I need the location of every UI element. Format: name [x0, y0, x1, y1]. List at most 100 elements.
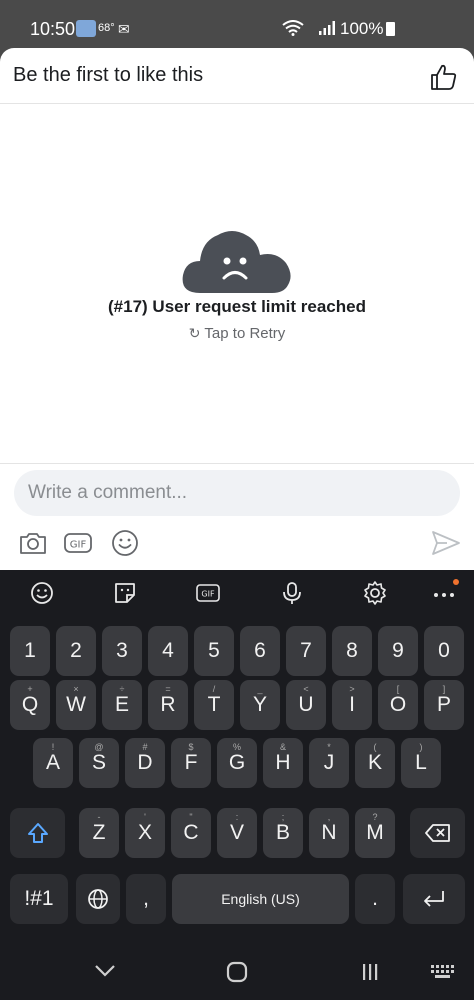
key-hint: × [73, 684, 79, 694]
status-bar: 10:50 68° ✉ 100% [0, 0, 474, 52]
mic-icon[interactable] [279, 580, 305, 606]
home-icon[interactable] [226, 961, 248, 983]
key-label: 6 [254, 639, 266, 662]
key-label: English (US) [221, 891, 300, 907]
key-hint: @ [94, 742, 104, 752]
key-hint: # [142, 742, 148, 752]
language-key[interactable] [76, 874, 120, 924]
key-letter[interactable]: @ S [79, 738, 119, 788]
key-label: U [298, 693, 314, 716]
enter-key[interactable] [403, 874, 465, 924]
key-label: I [349, 693, 355, 716]
key-label: X [137, 821, 152, 844]
key-number[interactable]: 4 [148, 626, 188, 676]
key-hint: = [165, 684, 171, 694]
key-number[interactable]: 3 [102, 626, 142, 676]
key-letter[interactable]: $ F [171, 738, 211, 788]
sheet-header: Be the first to like this [0, 48, 474, 104]
key-label: T [207, 693, 221, 716]
emoji-icon[interactable] [110, 528, 140, 558]
retry-button[interactable]: ↻ Tap to Retry [0, 325, 474, 342]
weather-icon [76, 20, 96, 37]
key-number[interactable]: 0 [424, 626, 464, 676]
key-hint: & [279, 742, 286, 752]
globe-icon [88, 889, 108, 909]
key-letter[interactable]: * J [309, 738, 349, 788]
key-letter[interactable]: + Q [10, 680, 50, 730]
key-letter[interactable]: ] P [424, 680, 464, 730]
key-hint: [ [396, 684, 400, 694]
key-letter[interactable]: > I [332, 680, 372, 730]
key-letter[interactable]: ÷ E [102, 680, 142, 730]
key-label: K [367, 751, 382, 774]
key-label: E [114, 693, 129, 716]
enter-icon [424, 891, 444, 907]
key-label: L [415, 751, 427, 774]
recents-icon[interactable] [361, 963, 379, 981]
key-letter[interactable]: & H [263, 738, 303, 788]
key-letter[interactable]: -Z [79, 808, 119, 858]
key-label: , [143, 887, 149, 910]
send-icon[interactable] [431, 528, 461, 558]
backspace-key[interactable] [410, 808, 465, 858]
key-letter[interactable]: % G [217, 738, 257, 788]
gif-icon[interactable]: GIF [63, 528, 93, 558]
key-number[interactable]: 5 [194, 626, 234, 676]
comma-key[interactable]: , [126, 874, 166, 924]
key-label: P [436, 693, 451, 716]
key-number[interactable]: 6 [240, 626, 280, 676]
sticker-icon[interactable] [112, 580, 138, 606]
keyboard-emoji-icon[interactable] [29, 580, 55, 606]
keyboard-switch-icon[interactable] [430, 964, 456, 980]
key-label: H [275, 751, 291, 774]
status-time: 10:50 [30, 19, 76, 39]
key-hint: ( [373, 742, 377, 752]
key-number[interactable]: 8 [332, 626, 372, 676]
settings-gear-icon[interactable] [362, 580, 388, 606]
key-label: S [91, 751, 106, 774]
key-letter[interactable]: ' X [125, 808, 165, 858]
key-letter[interactable]: = R [148, 680, 188, 730]
key-letter[interactable]: ; B [263, 808, 303, 858]
key-letter[interactable]: ? M [355, 808, 395, 858]
key-number[interactable]: 1 [10, 626, 50, 676]
key-number[interactable]: 9 [378, 626, 418, 676]
key-letter[interactable]: # D [125, 738, 165, 788]
symbols-key[interactable]: !#1 [10, 874, 68, 924]
comment-input[interactable] [14, 470, 460, 516]
key-label: Y [252, 693, 267, 716]
thumbs-up-icon[interactable] [429, 62, 459, 92]
wifi-icon [282, 20, 304, 36]
keyboard-gif-icon[interactable]: GIF [195, 580, 221, 606]
key-letter[interactable]: × W [56, 680, 96, 730]
key-letter[interactable]: [O [378, 680, 418, 730]
key-hint: " [189, 812, 193, 822]
space-key[interactable]: English (US) [172, 874, 349, 924]
period-key[interactable]: . [355, 874, 395, 924]
shift-icon [27, 823, 48, 843]
key-number[interactable]: 7 [286, 626, 326, 676]
battery-icon [386, 22, 395, 36]
key-letter[interactable]: ,N [309, 808, 349, 858]
key-letter[interactable]: :V [217, 808, 257, 858]
back-chevron-icon[interactable] [94, 964, 116, 978]
key-hint: ] [442, 684, 446, 694]
key-letter[interactable]: < U [286, 680, 326, 730]
key-letter[interactable]: (K [355, 738, 395, 788]
key-hint: ' [144, 812, 146, 822]
key-number[interactable]: 2 [56, 626, 96, 676]
shift-key[interactable] [10, 808, 65, 858]
key-hint: % [232, 742, 241, 752]
sheet-title: Be the first to like this [13, 64, 204, 86]
key-letter[interactable]: / T [194, 680, 234, 730]
key-label: V [229, 821, 244, 844]
key-letter[interactable]: " C [171, 808, 211, 858]
likes-sheet: Be the first to like this (#17) User req… [0, 48, 474, 570]
key-letter[interactable]: _ Y [240, 680, 280, 730]
key-letter[interactable]: ) L [401, 738, 441, 788]
camera-icon[interactable] [18, 528, 48, 558]
backspace-icon [424, 824, 450, 842]
key-letter[interactable]: ! A [33, 738, 73, 788]
key-hint: ÷ [119, 684, 125, 694]
key-hint: ? [372, 812, 378, 822]
